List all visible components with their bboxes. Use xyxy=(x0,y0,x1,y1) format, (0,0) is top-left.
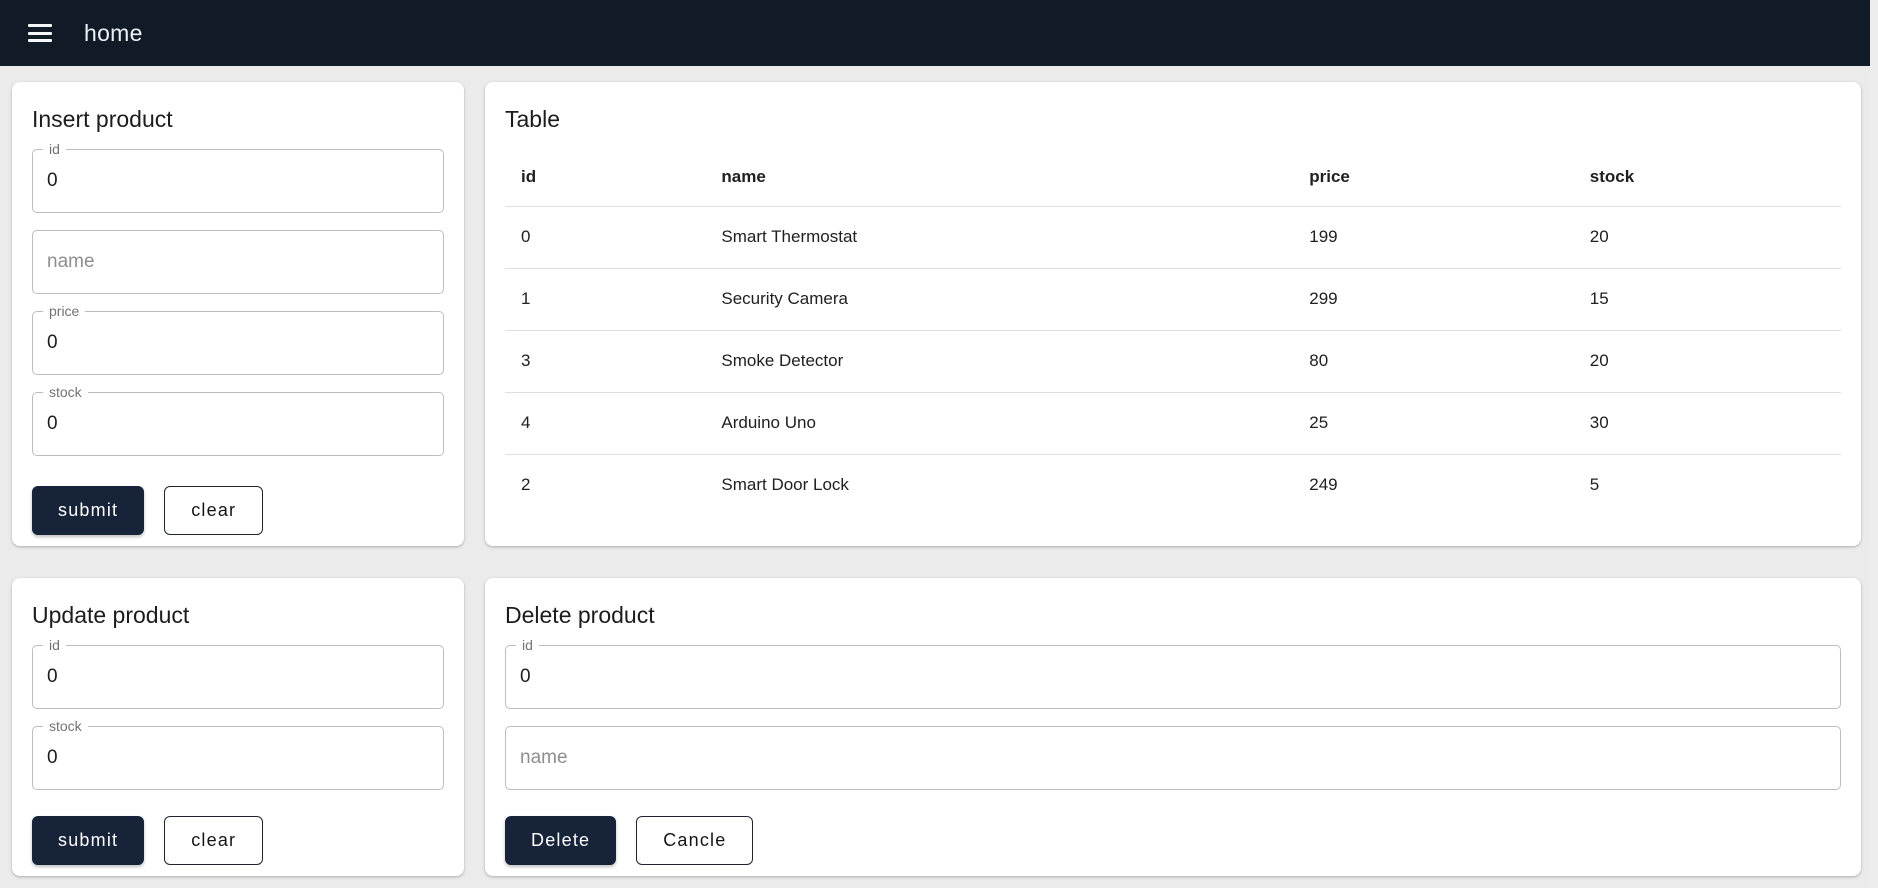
products-table: id name price stock 0 Smart Thermostat 1… xyxy=(505,149,1841,516)
page-title: home xyxy=(84,19,143,46)
update-product-card: Update product id stock submit clear xyxy=(12,578,464,876)
delete-name-input[interactable] xyxy=(506,727,1840,789)
menu-icon[interactable] xyxy=(28,24,52,42)
main-content: Insert product id price stock submit cle… xyxy=(12,82,1861,876)
cell-name: Smart Thermostat xyxy=(705,206,1294,269)
cell-stock: 15 xyxy=(1573,268,1841,331)
cell-stock: 20 xyxy=(1573,206,1841,269)
cell-stock: 30 xyxy=(1573,392,1841,455)
insert-clear-button[interactable]: clear xyxy=(164,486,264,535)
table-card: Table id name price stock 0 Smart Thermo… xyxy=(485,82,1861,546)
cell-id: 4 xyxy=(505,392,706,455)
cancel-button[interactable]: Cancle xyxy=(636,816,754,865)
insert-stock-label: stock xyxy=(43,384,88,400)
insert-name-field xyxy=(32,230,444,294)
delete-buttons: Delete Cancle xyxy=(505,816,1841,865)
update-card-title: Update product xyxy=(32,602,190,628)
cell-price: 25 xyxy=(1293,392,1574,455)
cell-price: 199 xyxy=(1293,206,1574,269)
cell-price: 80 xyxy=(1293,330,1574,393)
scrollbar-track[interactable] xyxy=(1870,0,1878,888)
table-row: 3 Smoke Detector 80 20 xyxy=(505,330,1841,393)
insert-card-title: Insert product xyxy=(32,106,173,132)
update-stock-input[interactable] xyxy=(33,727,443,789)
update-id-field: id xyxy=(32,637,444,709)
insert-id-input[interactable] xyxy=(33,150,443,212)
delete-name-field xyxy=(505,726,1841,790)
insert-submit-button[interactable]: submit xyxy=(32,486,145,535)
cell-stock: 20 xyxy=(1573,330,1841,393)
insert-buttons: submit clear xyxy=(32,486,444,535)
update-stock-label: stock xyxy=(43,718,88,734)
table-row: 2 Smart Door Lock 249 5 xyxy=(505,454,1841,516)
delete-product-card: Delete product id Delete Cancle xyxy=(485,578,1861,876)
insert-name-input[interactable] xyxy=(33,231,443,293)
cell-name: Smoke Detector xyxy=(705,330,1294,393)
update-submit-button[interactable]: submit xyxy=(32,816,145,865)
update-buttons: submit clear xyxy=(32,816,444,865)
column-header-name: name xyxy=(705,149,1294,207)
cell-price: 299 xyxy=(1293,268,1574,331)
insert-id-field: id xyxy=(32,141,444,213)
insert-price-field: price xyxy=(32,303,444,375)
insert-stock-input[interactable] xyxy=(33,393,443,455)
table-row: 4 Arduino Uno 25 30 xyxy=(505,392,1841,455)
insert-price-label: price xyxy=(43,303,86,319)
insert-stock-field: stock xyxy=(32,384,444,456)
cell-name: Arduino Uno xyxy=(705,392,1294,455)
update-id-label: id xyxy=(43,637,66,653)
cell-id: 1 xyxy=(505,268,706,331)
delete-id-label: id xyxy=(516,637,539,653)
delete-id-input[interactable] xyxy=(506,646,1840,708)
insert-id-label: id xyxy=(43,141,66,157)
delete-id-field: id xyxy=(505,637,1841,709)
cell-id: 2 xyxy=(521,475,531,495)
cell-price: 249 xyxy=(1309,475,1338,495)
column-header-id: id xyxy=(505,149,706,207)
column-header-price: price xyxy=(1293,149,1574,207)
appbar: home xyxy=(0,0,1878,66)
update-clear-button[interactable]: clear xyxy=(164,816,264,865)
cell-id: 0 xyxy=(505,206,706,269)
insert-price-input[interactable] xyxy=(33,312,443,374)
update-id-input[interactable] xyxy=(33,646,443,708)
cell-id: 3 xyxy=(505,330,706,393)
update-stock-field: stock xyxy=(32,718,444,790)
column-header-stock: stock xyxy=(1573,149,1841,207)
delete-card-title: Delete product xyxy=(505,602,655,628)
table-row: 0 Smart Thermostat 199 20 xyxy=(505,206,1841,269)
table-header-row: id name price stock xyxy=(505,149,1841,207)
delete-button[interactable]: Delete xyxy=(505,816,617,865)
table-card-title: Table xyxy=(505,106,560,132)
cell-name: Smart Door Lock xyxy=(721,475,849,495)
cell-stock: 5 xyxy=(1589,475,1600,495)
table-row: 1 Security Camera 299 15 xyxy=(505,268,1841,331)
insert-product-card: Insert product id price stock submit cle… xyxy=(12,82,464,546)
cell-name: Security Camera xyxy=(705,268,1294,331)
